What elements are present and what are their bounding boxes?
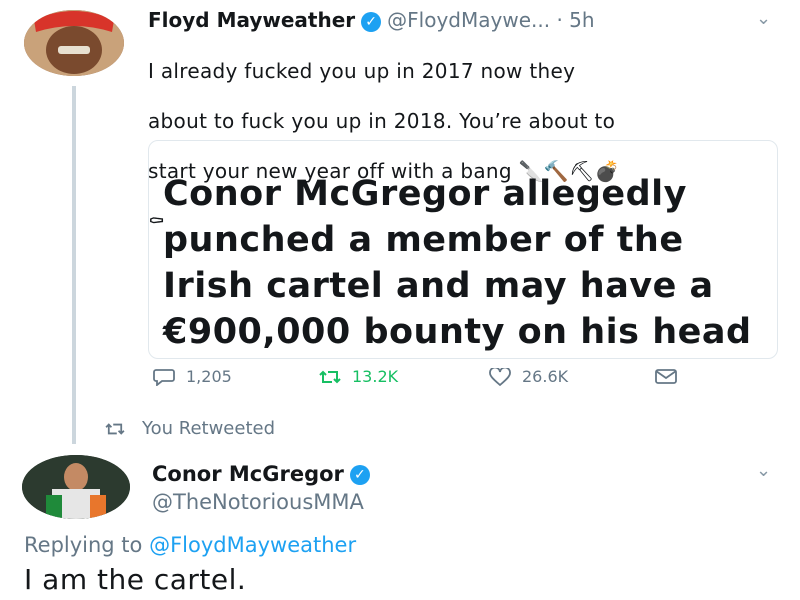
you-retweeted-label: You Retweeted: [142, 418, 276, 439]
like-count: 26.6K: [522, 367, 569, 386]
replying-to-line: Replying to @FloydMayweather: [24, 533, 356, 557]
verified-badge-icon: ✓: [349, 465, 370, 485]
reply-button[interactable]: 1,205: [152, 367, 232, 386]
envelope-icon: [655, 369, 677, 384]
retweet-count: 13.2K: [352, 367, 399, 386]
link-card[interactable]: Conor McGregor allegedly punched a membe…: [148, 140, 778, 359]
tweet2-author-name[interactable]: Conor McGregor: [152, 462, 344, 486]
tweet2-text: I am the cartel.: [24, 563, 247, 596]
reply-count: 1,205: [186, 367, 232, 386]
retweet-button[interactable]: 13.2K: [318, 367, 398, 386]
verified-badge-icon: ✓: [361, 11, 382, 32]
tweet1-actions: 1,205 13.2K 26.6K: [148, 367, 708, 395]
retweet-icon: [319, 370, 341, 383]
tweet1-chevron-down-icon[interactable]: ⌄: [756, 8, 771, 29]
tweet1-time[interactable]: · 5h: [556, 8, 594, 32]
tweet2-author-name-row: Conor McGregor ✓: [152, 462, 376, 486]
tweet1-text-line: about to fuck you up in 2018. You’re abo…: [148, 109, 616, 133]
tweet1-text-line: I already fucked you up in 2017 now they: [148, 59, 576, 83]
tweet2-handle[interactable]: @TheNotoriousMMA: [152, 490, 364, 514]
reply-icon: [153, 368, 175, 386]
tweet1-handle[interactable]: @FloydMaywe...: [387, 8, 550, 32]
heart-icon: [489, 367, 511, 386]
like-button[interactable]: 26.6K: [488, 367, 568, 386]
tweet2-chevron-down-icon[interactable]: ⌄: [756, 460, 771, 481]
tweet1-header: Floyd Mayweather ✓ @FloydMaywe... · 5h: [148, 8, 595, 32]
avatar-floyd-mayweather[interactable]: [24, 10, 124, 76]
thread-connector-line: [72, 86, 76, 444]
you-retweeted-notice: You Retweeted: [104, 418, 275, 439]
replying-to-prefix: Replying to: [24, 533, 143, 557]
retweet-small-icon: [105, 422, 125, 435]
direct-message-button[interactable]: [654, 367, 678, 385]
link-card-title: Conor McGregor allegedly punched a membe…: [163, 174, 752, 352]
avatar-conor-mcgregor[interactable]: [22, 455, 130, 519]
tweet1-author-name[interactable]: Floyd Mayweather: [148, 8, 355, 32]
replying-to-link[interactable]: @FloydMayweather: [149, 533, 356, 557]
